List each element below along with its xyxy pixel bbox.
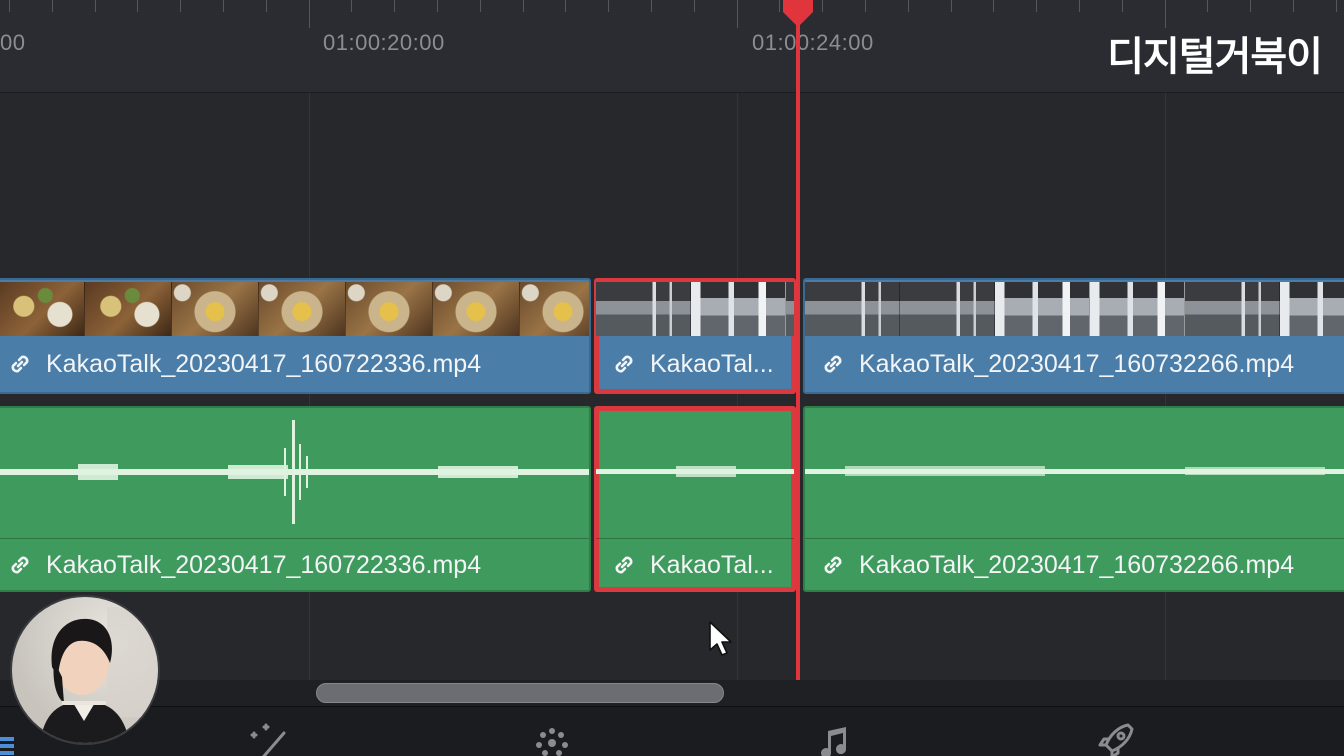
clip-thumbnails — [596, 282, 794, 336]
fairlight-page-icon[interactable] — [810, 719, 858, 756]
ruler-tick — [1122, 0, 1123, 12]
mouse-cursor-icon — [708, 620, 734, 658]
ruler-tick — [1079, 0, 1080, 12]
ruler-tick — [951, 0, 952, 12]
clip-thumbnails — [0, 282, 589, 336]
clip-name: KakaoTalk_20230417_160732266.mp4 — [859, 349, 1295, 378]
edit-page-icon[interactable] — [0, 719, 18, 756]
ruler-tick — [694, 0, 695, 12]
video-clip[interactable]: KakaoTalk_20230417_160732266.mp4 — [803, 278, 1344, 394]
ruler-tick — [394, 0, 395, 12]
track-area[interactable]: KakaoTalk_20230417_160722336.mp4 KakaoTa… — [0, 93, 1344, 680]
link-icon — [819, 551, 847, 579]
clip-name: KakaoTal... — [650, 349, 774, 378]
ruler-tick — [480, 0, 481, 12]
link-icon — [819, 350, 847, 378]
clip-name: KakaoTalk_20230417_160722336.mp4 — [46, 349, 482, 378]
clip-label: KakaoTalk_20230417_160722336.mp4 — [0, 340, 589, 388]
ruler-tick — [180, 0, 181, 12]
ruler-tick — [651, 0, 652, 12]
audio-waveform — [805, 408, 1344, 536]
audio-waveform — [0, 408, 589, 536]
ruler-tick — [95, 0, 96, 12]
ruler-tick — [1250, 0, 1251, 12]
timecode-label: 00 — [0, 30, 26, 55]
link-icon — [6, 350, 34, 378]
clip-name: KakaoTalk_20230417_160722336.mp4 — [46, 550, 482, 579]
audio-clip[interactable]: KakaoTalk_20230417_160732266.mp4 — [803, 406, 1344, 592]
timecode-label: 01:00:24:00 — [752, 30, 874, 55]
clip-label: KakaoTal... — [596, 538, 794, 590]
timecode-label: 01:00:20:00 — [323, 30, 445, 55]
ruler-tick — [865, 0, 866, 12]
ruler-tick — [737, 0, 738, 28]
ruler-tick — [1293, 0, 1294, 12]
ruler-tick — [223, 0, 224, 12]
ruler-tick — [266, 0, 267, 12]
playhead-handle[interactable] — [779, 0, 817, 28]
video-clip-selected[interactable]: KakaoTal... — [594, 278, 796, 394]
clip-label: KakaoTalk_20230417_160732266.mp4 — [805, 538, 1344, 590]
ruler-tick — [822, 0, 823, 12]
timeline-editor: 00 01:00:20:00 01:00:24:00 디지털거북이 KakaoT… — [0, 0, 1344, 756]
link-icon — [610, 350, 638, 378]
audio-clip[interactable]: KakaoTalk_20230417_160722336.mp4 — [0, 406, 591, 592]
link-icon — [610, 551, 638, 579]
ruler-tick — [523, 0, 524, 12]
playhead-line[interactable] — [796, 10, 800, 680]
ruler-tick — [9, 0, 10, 12]
fusion-page-icon[interactable] — [244, 719, 292, 756]
audio-clip-selected[interactable]: KakaoTal... — [594, 406, 796, 592]
ruler-tick — [1036, 0, 1037, 12]
link-icon — [6, 551, 34, 579]
ruler-tick — [437, 0, 438, 12]
deliver-page-icon[interactable] — [1092, 719, 1140, 756]
ruler-tick — [351, 0, 352, 12]
audio-waveform — [596, 408, 794, 536]
channel-watermark: 디지털거북이 — [1107, 34, 1323, 80]
presenter-webcam — [10, 595, 160, 745]
clip-name: KakaoTalk_20230417_160732266.mp4 — [859, 550, 1295, 579]
ruler-tick — [993, 0, 994, 12]
ruler-tick — [52, 0, 53, 12]
clip-name: KakaoTal... — [650, 550, 774, 579]
clip-label: KakaoTalk_20230417_160732266.mp4 — [805, 340, 1344, 388]
scrollbar-thumb[interactable] — [316, 683, 724, 703]
ruler-tick — [309, 0, 310, 28]
ruler-tick — [908, 0, 909, 12]
ruler-tick — [608, 0, 609, 12]
timecode-ruler[interactable]: 00 01:00:20:00 01:00:24:00 디지털거북이 — [0, 0, 1344, 93]
color-page-icon[interactable] — [528, 719, 576, 756]
clip-label: KakaoTal... — [596, 340, 794, 388]
ruler-tick — [1207, 0, 1208, 12]
ruler-tick — [137, 0, 138, 12]
ruler-tick — [1336, 0, 1337, 12]
clip-thumbnails — [805, 282, 1344, 336]
video-clip[interactable]: KakaoTalk_20230417_160722336.mp4 — [0, 278, 591, 394]
page-navigation-bar — [0, 706, 1344, 756]
clip-label: KakaoTalk_20230417_160722336.mp4 — [0, 538, 589, 590]
ruler-tick — [565, 0, 566, 12]
